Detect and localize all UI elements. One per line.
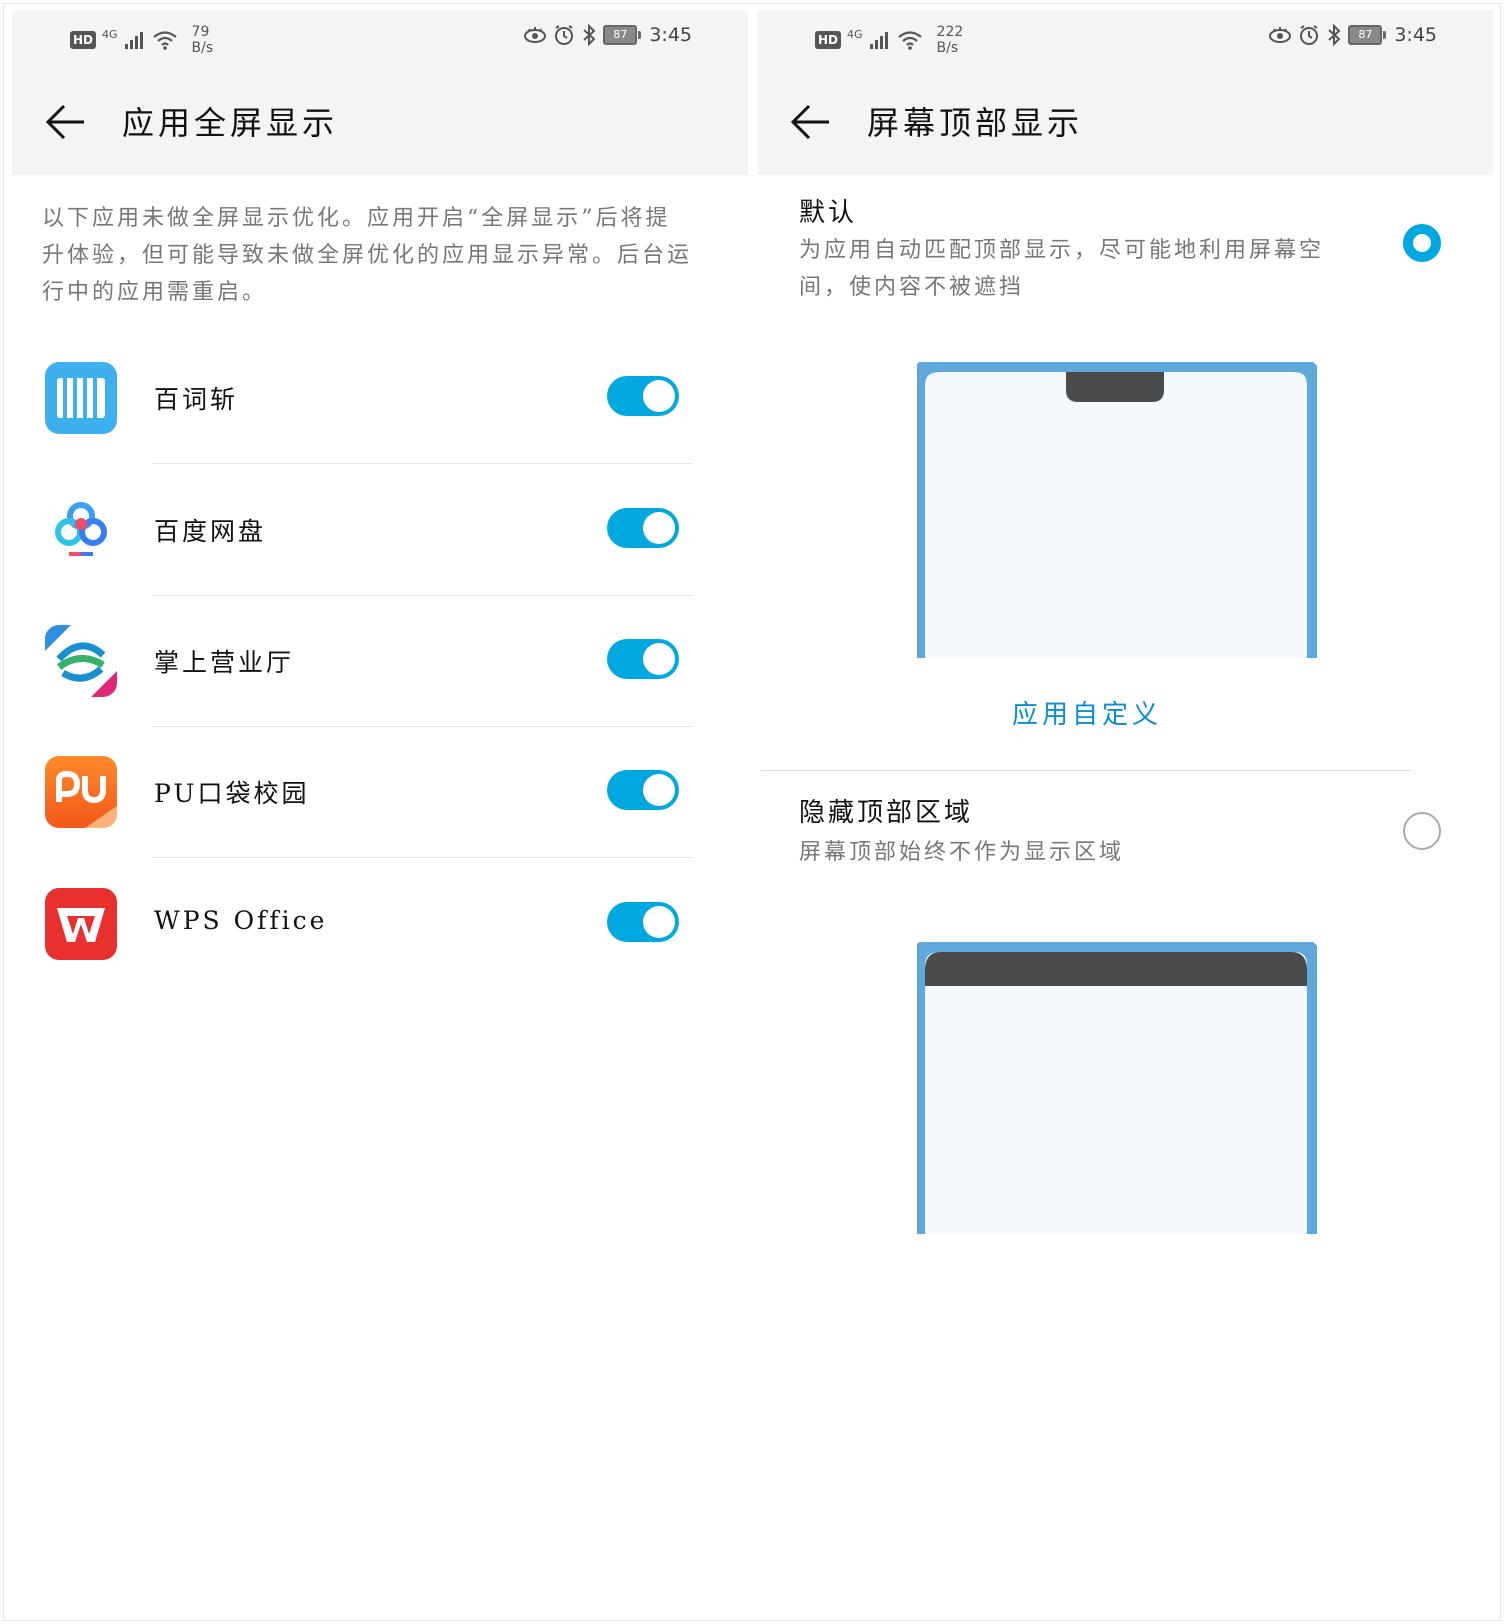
alarm-icon [1300, 25, 1319, 45]
phone-hidden-top-illustration [917, 942, 1317, 1234]
fullscreen-toggle[interactable] [607, 639, 679, 679]
toggle-knob [643, 906, 675, 938]
row-divider [152, 726, 692, 727]
toggle-knob [643, 774, 675, 806]
network-type: 4G [102, 27, 118, 41]
baicizhan-icon [45, 362, 117, 434]
toggle-knob [643, 380, 675, 412]
eye-comfort-icon [524, 27, 547, 43]
fullscreen-description: 以下应用未做全屏显示优化。应用开启“全屏显示”后将提升体验，但可能导致未做全屏优… [42, 206, 693, 305]
section-divider [761, 770, 1411, 771]
fullscreen-toggle[interactable] [607, 508, 679, 548]
fullscreen-toggle[interactable] [607, 376, 679, 416]
china-mobile-icon [45, 625, 117, 697]
hd-icon: HD [815, 31, 842, 49]
network-type: 4G [847, 27, 863, 41]
app-row[interactable]: PU口袋校园 [12, 756, 748, 887]
app-custom-link[interactable]: 应用自定义 [757, 694, 1417, 731]
hd-icon: HD [70, 31, 97, 49]
screen-top-display-screen: HD 4G 222 B/s 87 3:45 屏幕顶部显示 默认 为应用自动匹配顶… [757, 10, 1493, 1618]
app-row[interactable]: 百词斩 [12, 362, 748, 493]
battery-icon: 87 [603, 25, 642, 45]
signal-icon [124, 32, 143, 49]
toggle-knob [643, 512, 675, 544]
option-description: 为应用自动匹配顶部显示，尽可能地利用屏幕空间，使内容不被遮挡 [799, 238, 1325, 300]
app-name: WPS Office [154, 906, 328, 935]
network-speed: 222 B/s [936, 24, 964, 56]
signal-icon [869, 32, 888, 49]
back-arrow-icon[interactable] [44, 100, 88, 144]
app-row[interactable]: WPS Office [12, 888, 748, 1019]
app-bar: 屏幕顶部显示 [757, 68, 1493, 175]
app-bar: 应用全屏显示 [12, 68, 748, 175]
default-radio[interactable] [1403, 224, 1441, 262]
option-title: 隐藏顶部区域 [799, 798, 974, 828]
toggle-knob [643, 643, 675, 675]
wifi-icon [897, 31, 922, 50]
pu-campus-icon [45, 756, 117, 828]
wifi-icon [152, 31, 177, 50]
bluetooth-icon [583, 24, 596, 46]
clock: 3:45 [649, 24, 692, 46]
baidu-netdisk-icon [45, 494, 117, 566]
wps-office-icon [45, 888, 117, 960]
option-title: 默认 [799, 198, 858, 228]
app-row[interactable]: 掌上营业厅 [12, 625, 748, 756]
page-title: 屏幕顶部显示 [867, 104, 1084, 142]
row-divider [152, 463, 692, 464]
app-name: PU口袋校园 [154, 779, 310, 808]
option-description: 屏幕顶部始终不作为显示区域 [799, 840, 1125, 865]
option-hide-top[interactable]: 隐藏顶部区域 屏幕顶部始终不作为显示区域 [793, 792, 1473, 902]
fullscreen-toggle[interactable] [607, 902, 679, 942]
clock: 3:45 [1394, 24, 1437, 46]
eye-comfort-icon [1269, 27, 1292, 43]
fullscreen-display-screen: HD 4G 79 B/s 87 3:45 应用全屏显示 以下应用未做全屏显示优化… [12, 10, 748, 1618]
bluetooth-icon [1328, 24, 1341, 46]
app-name: 百词斩 [154, 385, 239, 414]
status-bar: HD 4G 79 B/s 87 3:45 [12, 10, 748, 68]
phone-notch-illustration [917, 362, 1317, 658]
app-row[interactable]: 百度网盘 [12, 494, 748, 625]
row-divider [152, 857, 692, 858]
alarm-icon [555, 25, 574, 45]
hide-top-radio[interactable] [1403, 812, 1441, 850]
fullscreen-toggle[interactable] [607, 770, 679, 810]
page-title: 应用全屏显示 [122, 104, 339, 142]
option-default[interactable]: 默认 为应用自动匹配顶部显示，尽可能地利用屏幕空间，使内容不被遮挡 [793, 180, 1473, 330]
row-divider [152, 595, 692, 596]
app-name: 掌上营业厅 [154, 648, 295, 677]
back-arrow-icon[interactable] [789, 100, 833, 144]
network-speed: 79 B/s [191, 24, 214, 56]
status-bar: HD 4G 222 B/s 87 3:45 [757, 10, 1493, 68]
app-name: 百度网盘 [154, 517, 267, 546]
battery-icon: 87 [1348, 25, 1387, 45]
